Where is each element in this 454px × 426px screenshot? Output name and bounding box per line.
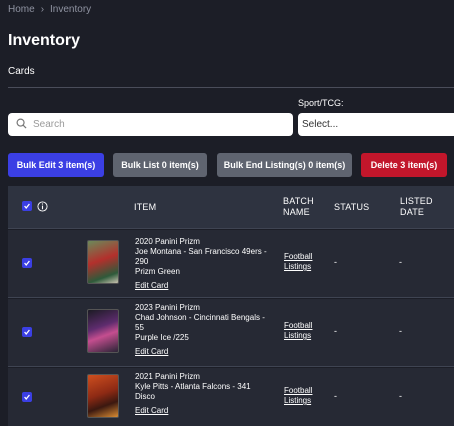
item-variant: Purple Ice /225 [135,333,189,342]
breadcrumb-separator: › [40,4,45,15]
row-checkbox[interactable] [22,392,32,402]
header-listed-date: LISTED DATE [400,196,433,218]
item-variant: Prizm Green [135,267,180,276]
table-header: ITEM BATCH NAME STATUS LISTED DATE [8,186,454,229]
batch-name-link[interactable]: Football Listings [284,321,312,341]
header-batch-line1: BATCH [283,196,314,206]
sport-filter-select[interactable]: Select... [298,113,454,136]
item-description: 2023 Panini Prizm Chad Johnson - Cincinn… [135,303,275,357]
inventory-table: ITEM BATCH NAME STATUS LISTED DATE 2020 … [8,186,454,426]
row-checkbox[interactable] [22,327,32,337]
item-player: Joe Montana - San Francisco 49ers - 290 [135,247,267,266]
section-label: Cards [8,66,35,77]
header-listed-line1: LISTED [400,196,433,206]
header-batch-line2: NAME [283,207,310,217]
header-status: STATUS [334,202,370,212]
status-value: - [334,257,337,267]
header-listed-line2: DATE [400,207,425,217]
select-all-checkbox[interactable] [22,201,32,211]
edit-card-link[interactable]: Edit Card [135,347,275,357]
card-thumbnail[interactable] [87,309,119,353]
bulk-list-button[interactable]: Bulk List 0 item(s) [113,153,207,177]
breadcrumb-current: Inventory [50,4,92,15]
sport-filter-label: Sport/TCG: [298,98,344,108]
batch-name-link[interactable]: Football Listings [284,386,312,406]
item-player: Chad Johnson - Cincinnati Bengals - 55 [135,313,265,332]
card-thumbnail[interactable] [87,374,119,418]
breadcrumb-home[interactable]: Home [8,4,35,15]
batch-line2: Listings [284,262,312,271]
item-set: 2023 Panini Prizm [135,303,200,312]
search-input[interactable] [33,119,273,130]
info-icon[interactable] [37,201,48,215]
card-thumbnail[interactable] [87,240,119,284]
status-value: - [334,391,337,401]
divider [8,87,454,88]
table-row: 2023 Panini Prizm Chad Johnson - Cincinn… [8,299,454,367]
batch-line2: Listings [284,396,312,405]
header-item: ITEM [134,202,157,212]
row-checkbox[interactable] [22,258,32,268]
header-batch-name: BATCH NAME [283,196,314,218]
delete-button[interactable]: Delete 3 item(s) [361,153,447,177]
edit-card-link[interactable]: Edit Card [135,281,275,291]
table-row: 2021 Panini Prizm Kyle Pitts - Atlanta F… [8,368,454,426]
batch-line1: Football [284,252,313,261]
edit-card-link[interactable]: Edit Card [135,406,275,416]
item-player: Kyle Pitts - Atlanta Falcons - 341 [135,382,251,391]
search-box[interactable] [8,113,293,136]
batch-name-link[interactable]: Football Listings [284,252,312,272]
bulk-edit-button[interactable]: Bulk Edit 3 item(s) [8,153,104,177]
listed-date-value: - [399,257,402,267]
item-description: 2021 Panini Prizm Kyle Pitts - Atlanta F… [135,372,275,416]
listed-date-value: - [399,326,402,336]
item-variant: Disco [135,392,156,401]
item-description: 2020 Panini Prizm Joe Montana - San Fran… [135,237,275,291]
listed-date-value: - [399,391,402,401]
batch-line2: Listings [284,331,312,340]
batch-line1: Football [284,321,313,330]
search-icon [16,116,27,134]
batch-line1: Football [284,386,313,395]
page-title: Inventory [8,32,81,49]
breadcrumb: Home › Inventory [8,4,91,15]
status-value: - [334,326,337,336]
item-set: 2020 Panini Prizm [135,237,200,246]
bulk-end-listing-button[interactable]: Bulk End Listing(s) 0 item(s) [217,153,352,177]
table-row: 2020 Panini Prizm Joe Montana - San Fran… [8,230,454,298]
item-set: 2021 Panini Prizm [135,372,200,381]
